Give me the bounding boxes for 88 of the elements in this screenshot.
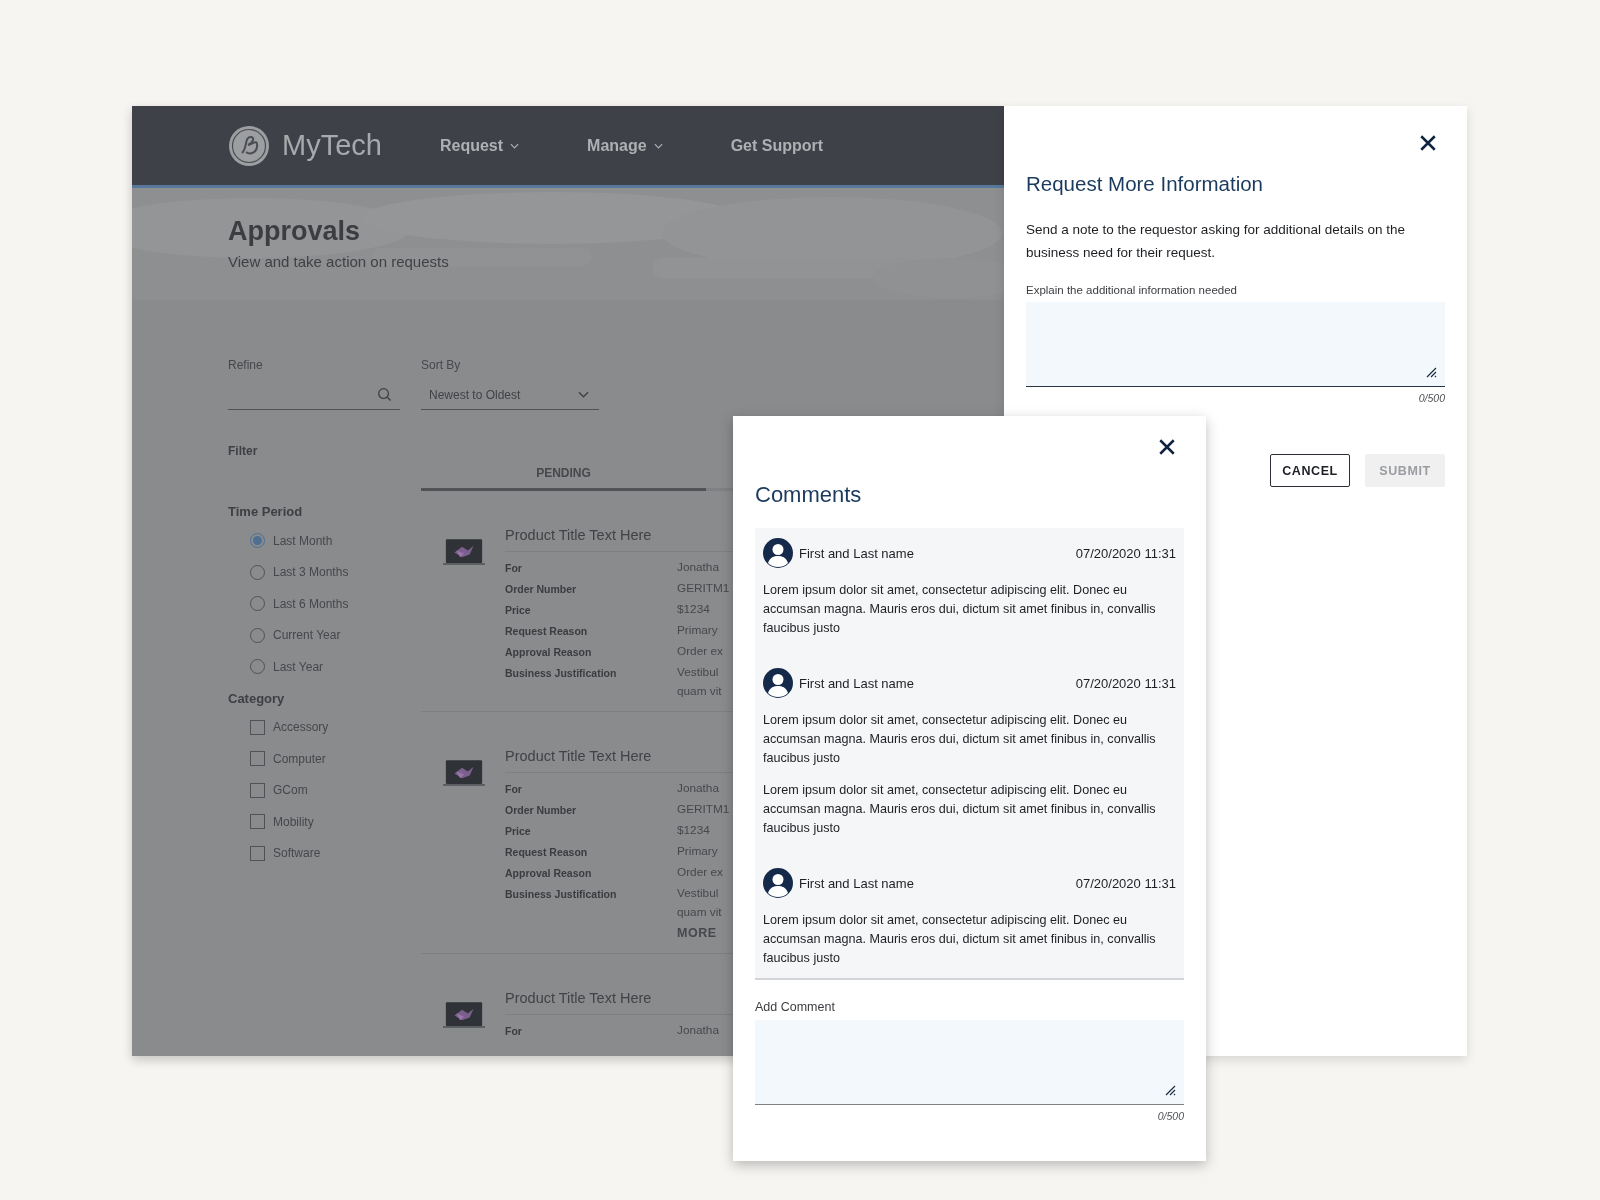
search-icon (377, 387, 392, 402)
comment-author: First and Last name (799, 675, 915, 691)
radio-option[interactable]: Last Month (250, 525, 333, 557)
chevron-down-icon (510, 142, 520, 149)
field-value: quam vit (677, 683, 722, 700)
field-label: Business Justification (505, 666, 618, 679)
field-label: Explain the additional information needed (1026, 284, 1238, 296)
avatar-icon (763, 868, 793, 898)
chevron-down-icon (578, 391, 589, 398)
checkbox[interactable] (250, 814, 265, 830)
group-heading: Time Period (228, 504, 303, 519)
field-label: Price (505, 824, 532, 837)
radio-option[interactable]: Current Year (250, 619, 341, 651)
field-label: Approval Reason (505, 645, 593, 658)
page-title: Approvals (228, 216, 361, 247)
group-heading: Category (228, 690, 285, 706)
field-value: Order ex (677, 864, 723, 881)
chevron-down-icon (653, 142, 663, 149)
field-value: Jonatha (677, 559, 719, 576)
radio-option[interactable]: Last 3 Months (250, 556, 349, 588)
checkbox-option[interactable]: Mobility (250, 806, 314, 838)
page-subtitle: View and take action on requests (228, 253, 449, 270)
tab[interactable]: PENDING (421, 458, 706, 491)
avatar-icon (763, 668, 793, 698)
more-link[interactable]: MORE (677, 926, 733, 940)
nav-link[interactable]: Manage (587, 136, 663, 155)
comment-text: Lorem ipsum dolor sit amet, consectetur adipiscing elit. Donec eu accumsan magna. Mauris eros dui, dictum sit amet finibus in, convallis faucibus justo (763, 782, 1157, 837)
field-value: Jonatha (677, 1022, 719, 1039)
field-value: $1234 (677, 822, 710, 839)
character-counter: 0/500 (1418, 392, 1445, 404)
comment-author: First and Last name (799, 875, 915, 891)
field-value: Primary (677, 622, 718, 639)
field-value: Primary (677, 843, 718, 860)
field-label: For (505, 782, 523, 795)
dialog-title: Comments (755, 482, 863, 508)
checkbox-option[interactable]: GCom (250, 774, 308, 806)
checkbox[interactable] (250, 719, 265, 735)
radio-option[interactable]: Last Year (250, 651, 324, 683)
comment-text: Lorem ipsum dolor sit amet, consectetur adipiscing elit. Donec eu accumsan magna. Mauris eros dui, dictum sit amet finibus in, convallis faucibus justo (763, 712, 1157, 767)
checkbox[interactable] (250, 751, 265, 767)
checkbox-option[interactable]: Computer (250, 743, 326, 775)
field-value: Order ex (677, 643, 723, 660)
resize-handle-icon (1425, 366, 1437, 378)
field-label: Add Comment (755, 1000, 836, 1014)
checkbox[interactable] (250, 845, 265, 861)
brand-name: MyTech (282, 129, 382, 162)
field-label: Order Number (505, 582, 578, 595)
field-value: Vestibul (677, 885, 719, 902)
field-label: Price (505, 603, 532, 616)
sort-dropdown[interactable]: Newest to Oldest (421, 380, 599, 410)
radio-option[interactable]: Last 6 Months (250, 588, 349, 620)
checkbox-option[interactable]: Software (250, 837, 321, 869)
field-label: Refine (228, 358, 263, 372)
comment-time: 07/20/2020 11:31 (1075, 875, 1176, 891)
field-label: For (505, 1024, 523, 1037)
logo-icon (228, 124, 270, 167)
resize-handle-icon (1164, 1084, 1176, 1096)
checkbox-option[interactable]: Accessory (250, 711, 329, 743)
dialog-description: Send a note to the requestor asking for additional details on the business need for their request. (1026, 221, 1406, 262)
field-label: For (505, 561, 523, 574)
field-value: quam vit (677, 904, 722, 921)
comment-text: Lorem ipsum dolor sit amet, consectetur adipiscing elit. Donec eu accumsan magna. Mauris eros dui, dictum sit amet finibus in, convallis faucibus justo (763, 912, 1157, 967)
field-label: Approval Reason (505, 866, 593, 879)
field-label: Request Reason (505, 624, 589, 637)
nav-link[interactable]: Request (439, 136, 520, 155)
field-value: GERITM1 (677, 580, 730, 597)
field-value: Jonatha (677, 780, 719, 797)
comment-text: Lorem ipsum dolor sit amet, consectetur adipiscing elit. Donec eu accumsan magna. Mauris eros dui, dictum sit amet finibus in, convallis faucibus justo (763, 582, 1157, 637)
field-label: Order Number (505, 803, 578, 816)
dialog-button[interactable]: CANCEL (1270, 454, 1350, 487)
dialog-title: Request More Information (1026, 172, 1264, 196)
laptop-icon (443, 539, 485, 566)
field-value: $1234 (677, 601, 710, 618)
field-value: Vestibul (677, 664, 719, 681)
checkbox[interactable] (250, 782, 265, 798)
filter-heading: Filter (228, 444, 258, 458)
field-value: GERITM1 (677, 801, 730, 818)
comment-author: First and Last name (799, 545, 915, 561)
character-counter: 0/500 (1157, 1110, 1184, 1122)
field-label: Request Reason (505, 845, 589, 858)
nav-link[interactable]: Get Support (730, 136, 824, 155)
comment-time: 07/20/2020 11:31 (1075, 545, 1176, 561)
laptop-icon (443, 760, 485, 787)
field-label: Sort By (421, 358, 461, 372)
laptop-icon (443, 1002, 485, 1029)
avatar-icon (763, 538, 793, 568)
field-label: Business Justification (505, 887, 618, 900)
comment-time: 07/20/2020 11:31 (1075, 675, 1176, 691)
